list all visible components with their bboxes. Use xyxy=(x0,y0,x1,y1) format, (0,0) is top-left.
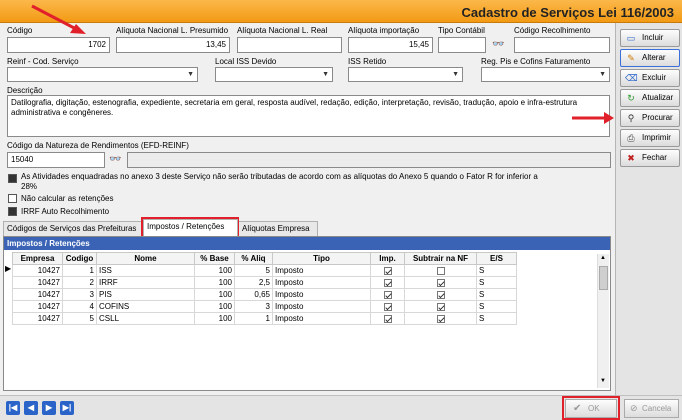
annotation-arrows xyxy=(31,4,614,124)
annotation-arrow xyxy=(31,4,79,32)
tab-impostos-retencoes[interactable]: Impostos / Retenções xyxy=(143,219,238,236)
annotation-arrow-head xyxy=(604,112,614,124)
